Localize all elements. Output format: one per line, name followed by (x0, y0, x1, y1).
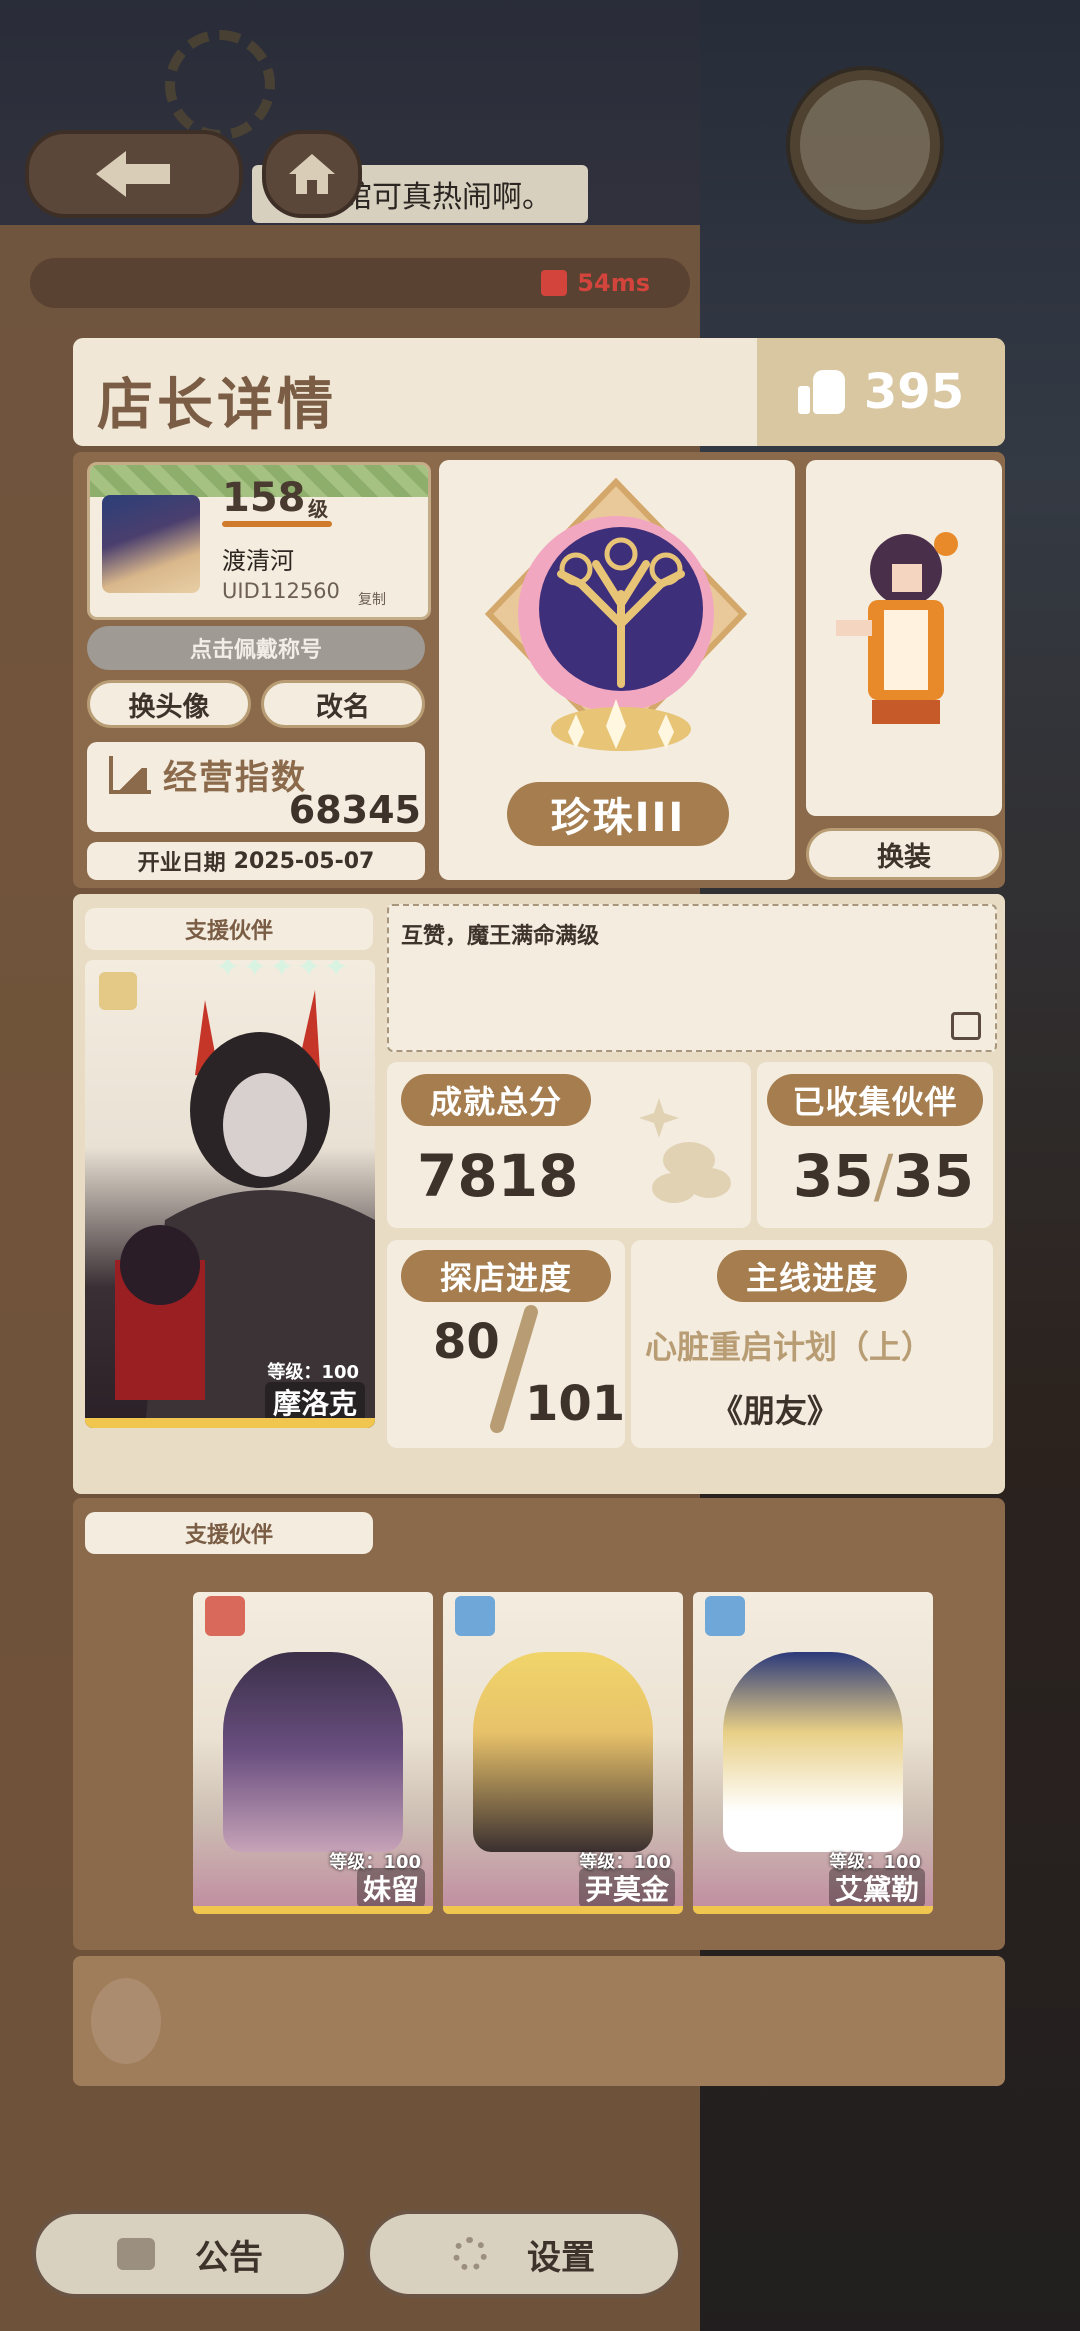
team-partner-card[interactable]: 等级：100 艾黛勒 (693, 1592, 933, 1914)
business-index-label: 经营指数 (163, 758, 307, 798)
collected-partners-card: 已收集伙伴 35/35 (757, 1062, 993, 1228)
rank-name: 珍珠III (507, 782, 729, 846)
pearl-rank-emblem-icon (484, 477, 748, 751)
empty-slot (73, 1956, 1005, 2086)
business-index-card: 经营指数 68345 (87, 742, 425, 832)
open-date: 开业日期 2025-05-07 (87, 842, 425, 880)
partner-portrait (723, 1652, 903, 1852)
signature-text: 互赞，魔王满命满级 (401, 924, 600, 949)
like-button[interactable]: 395 (757, 338, 1005, 446)
partner-name: 摩洛克 (264, 1382, 365, 1422)
collected-total: 35 (893, 1142, 974, 1210)
achievement-value: 7818 (417, 1142, 579, 1210)
briefcase-icon (117, 2238, 155, 2270)
partner-name: 尹莫金 (578, 1868, 675, 1908)
featured-partner-card[interactable]: ✦✦✦✦✦ 等级：100 摩洛克 (85, 960, 375, 1428)
story-episode: 《朋友》 (711, 1392, 840, 1430)
arrow-left-icon (96, 151, 170, 197)
player-name: 渡清河 (222, 547, 294, 575)
notice-label: 公告 (195, 2237, 263, 2278)
rarity-glow (693, 1906, 933, 1914)
notice-button[interactable]: 公告 (32, 2210, 348, 2298)
rarity-glow (85, 1418, 375, 1428)
signature-message-box[interactable]: 互赞，魔王满命满级 (387, 904, 997, 1052)
like-count: 395 (863, 364, 965, 420)
collected-have: 35 (793, 1142, 874, 1210)
rename-button[interactable]: 改名 (261, 680, 425, 728)
partner-portrait (473, 1652, 653, 1852)
story-chapter: 心脏重启计划（上） (645, 1328, 934, 1366)
open-date-label: 开业日期 (137, 851, 226, 876)
achievement-label: 成就总分 (401, 1074, 591, 1126)
explore-total: 101 (525, 1376, 626, 1432)
panel-header: 店长详情 395 (73, 338, 1005, 446)
achievement-card: 成就总分 7818 (387, 1062, 751, 1228)
team-partner-card[interactable]: 等级：100 妹留 (193, 1592, 433, 1914)
character-sprite-icon (836, 532, 958, 724)
collected-label: 已收集伙伴 (767, 1074, 983, 1126)
chart-icon (109, 756, 151, 794)
player-level: 158 (222, 475, 306, 521)
waiter-type-icon (455, 1596, 495, 1636)
partner-level: 等级：100 (267, 1362, 359, 1383)
support-partner-label: 支援伙伴 (85, 908, 373, 950)
network-status: 54ms (30, 258, 690, 308)
explore-progress-card: 探店进度 80 101 (387, 1240, 625, 1448)
change-outfit-button[interactable]: 换装 (806, 828, 1002, 880)
main-story-card: 主线进度 心脏重启计划（上） 《朋友》 (631, 1240, 993, 1448)
avatar[interactable] (102, 495, 200, 593)
settings-button[interactable]: 设置 (366, 2210, 682, 2298)
rarity-glow (193, 1906, 433, 1914)
back-button[interactable] (25, 130, 243, 218)
outfit-preview (806, 460, 1002, 816)
rank-card: 珍珠III (439, 460, 795, 880)
player-uid: UID112560 (222, 579, 340, 603)
ping-value: 54ms (577, 269, 650, 297)
support-team-label: 支援伙伴 (85, 1512, 373, 1554)
business-index-value: 68345 (288, 788, 421, 832)
partner-name: 妹留 (356, 1868, 425, 1908)
manager-detail-panel: 店长详情 395 158 级 渡清河 UID112560 复制 点击佩戴称号 换… (73, 338, 1005, 2086)
partner-name: 艾黛勒 (828, 1868, 925, 1908)
support-team-section: 支援伙伴 等级：100 妹留 等级：100 尹莫金 等级：100 艾黛勒 (73, 1498, 1005, 1950)
chef-type-icon (205, 1596, 245, 1636)
waiter-type-icon (705, 1596, 745, 1636)
home-icon (289, 154, 335, 194)
coffee-bean-icon (91, 1978, 161, 2064)
explore-label: 探店进度 (401, 1250, 611, 1302)
panel-title: 店长详情 (97, 373, 337, 438)
profile-section: 158 级 渡清河 UID112560 复制 点击佩戴称号 换头像 改名 经营指… (73, 452, 1005, 888)
collected-count: 35/35 (793, 1142, 974, 1210)
settings-label: 设置 (527, 2237, 595, 2278)
partner-portrait (223, 1652, 403, 1852)
signal-icon (541, 270, 568, 296)
level-unit: 级 (308, 497, 328, 521)
marquee-text: 馆可真热闹啊。 (342, 180, 552, 215)
rarity-glow (443, 1906, 683, 1914)
equip-title-button[interactable]: 点击佩戴称号 (87, 626, 425, 670)
thumbs-up-icon (797, 370, 846, 414)
gear-icon (453, 2237, 487, 2271)
change-avatar-button[interactable]: 换头像 (87, 680, 251, 728)
level-progress-bar (222, 521, 332, 527)
story-label: 主线进度 (717, 1250, 907, 1302)
edit-icon[interactable] (951, 1012, 981, 1040)
team-partner-card[interactable]: 等级：100 尹莫金 (443, 1592, 683, 1914)
stats-section: 支援伙伴 ✦✦✦✦✦ 等级：100 摩洛克 互赞，魔王满命满级 成就总分 781… (73, 894, 1005, 1494)
copy-uid-button[interactable]: 复制 (358, 589, 386, 609)
open-date-value: 2025-05-07 (233, 848, 375, 874)
coffee-beans-icon (639, 1098, 731, 1203)
home-button[interactable] (262, 130, 362, 218)
profile-card: 158 级 渡清河 UID112560 复制 (87, 462, 431, 620)
